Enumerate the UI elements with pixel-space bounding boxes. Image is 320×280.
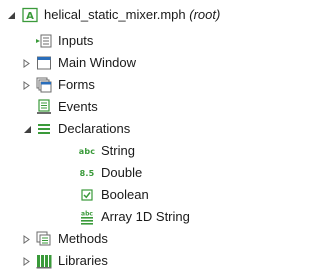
boolean-icon — [79, 187, 95, 203]
array-string-icon: abc — [79, 209, 95, 225]
tree-node-label: Boolean — [101, 187, 149, 202]
tree-node-boolean[interactable]: Boolean — [0, 184, 264, 206]
tree-node-inputs[interactable]: Inputs — [0, 30, 264, 52]
tree-node-label: Inputs — [58, 33, 94, 48]
collapsed-arrow-icon[interactable] — [22, 80, 32, 90]
methods-icon — [36, 231, 52, 247]
collapsed-arrow-icon[interactable] — [22, 58, 32, 68]
string-icon: abc — [78, 146, 96, 156]
tree-node-libraries[interactable]: Libraries — [0, 250, 264, 272]
tree-node-label: Double — [101, 165, 143, 180]
declarations-icon — [36, 121, 52, 137]
tree-node-label: String — [101, 143, 135, 158]
window-icon — [36, 55, 52, 71]
tree-node-label: Libraries — [58, 253, 108, 268]
tree-node-label: Declarations — [58, 121, 131, 136]
expanded-arrow-icon[interactable] — [6, 10, 16, 20]
tree-node-label: Main Window — [58, 55, 137, 70]
expanded-arrow-icon[interactable] — [22, 124, 32, 134]
tree-node-label: Array 1D String — [101, 209, 190, 224]
svg-text:abc: abc — [81, 211, 93, 218]
tree-node-label: helical_static_mixer.mph (root) — [44, 7, 221, 22]
collapsed-arrow-icon[interactable] — [22, 234, 32, 244]
tree-node-label: Events — [58, 99, 98, 114]
tree-node-methods[interactable]: Methods — [0, 228, 264, 250]
tree-node-label: Forms — [58, 77, 95, 92]
inputs-icon — [36, 33, 52, 49]
tree-node-string[interactable]: abc String — [0, 140, 264, 162]
forms-icon — [36, 77, 52, 93]
tree-node-root[interactable]: A helical_static_mixer.mph (root) — [0, 4, 264, 26]
application-tree: A helical_static_mixer.mph (root) Inputs — [0, 0, 264, 280]
libraries-icon — [36, 253, 52, 269]
root-note: (root) — [189, 7, 221, 22]
double-icon: 8.5 — [79, 168, 95, 178]
model-root-icon: A — [22, 7, 38, 23]
tree-node-array-1d-string[interactable]: abc Array 1D String — [0, 206, 264, 228]
tree-node-declarations[interactable]: Declarations — [0, 118, 264, 140]
tree-node-double[interactable]: 8.5 Double — [0, 162, 264, 184]
collapsed-arrow-icon[interactable] — [22, 256, 32, 266]
tree-node-main-window[interactable]: Main Window — [0, 52, 264, 74]
tree-node-label: Methods — [58, 231, 108, 246]
events-icon — [36, 99, 52, 115]
svg-text:A: A — [26, 11, 34, 22]
tree-node-forms[interactable]: Forms — [0, 74, 264, 96]
tree-node-events[interactable]: Events — [0, 96, 264, 118]
